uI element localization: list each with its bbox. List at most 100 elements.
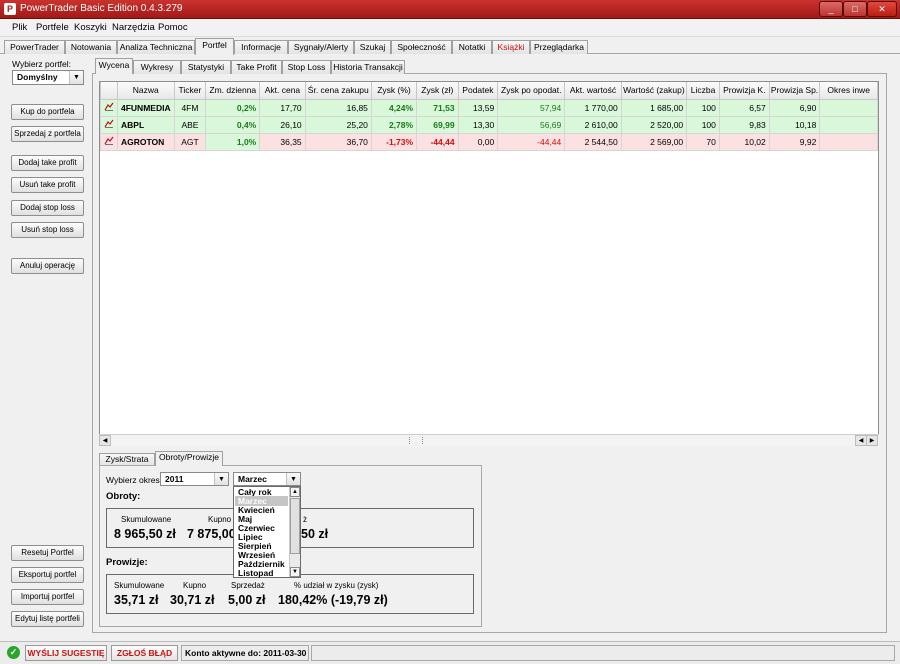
report-bug-button[interactable]: ZGŁOŚ BŁĄD	[111, 645, 178, 661]
tab-przegladarka[interactable]: Przeglądarka	[530, 40, 588, 54]
tab-notatki[interactable]: Notatki	[452, 40, 492, 54]
tab-wycena[interactable]: Wycena	[95, 58, 133, 74]
cell-period	[819, 98, 878, 117]
fees-share-label: % udział w zysku (zysk)	[294, 581, 379, 590]
scroll-left-icon[interactable]: ◀	[99, 435, 111, 446]
tab-stop-loss[interactable]: Stop Loss	[282, 60, 331, 74]
month-dropdown-list[interactable]: Cały rok Marzec Kwiecień Maj Czerwiec Li…	[233, 486, 301, 578]
remove-stop-loss-button[interactable]: Usuń stop loss	[11, 222, 84, 238]
chart-icon[interactable]	[100, 98, 118, 117]
cell-price: 17,70	[259, 98, 306, 117]
fees-cum-label: Skumulowane	[114, 581, 165, 590]
cell-ticker: ABE	[173, 115, 207, 134]
tab-sygnaly-alerty[interactable]: Sygnały/Alerty	[288, 40, 354, 54]
portfolio-select-label: Wybierz portfel:	[12, 59, 71, 69]
cell-ticker: AGT	[173, 132, 207, 151]
tab-statystyki[interactable]: Statystyki	[181, 60, 231, 74]
scroll-down-icon[interactable]: ▼	[290, 567, 300, 577]
portfolio-select[interactable]: Domyślny ▼	[12, 70, 84, 85]
table-row[interactable]: ABPL ABE 0,4% 26,10 25,20 2,78% 69,99 13…	[100, 115, 878, 134]
window-title: PowerTrader Basic Edition 0.4.3.279	[20, 3, 183, 14]
header-cell[interactable]: Akt. cena	[259, 82, 306, 100]
import-portfolio-button[interactable]: Importuj portfel	[11, 589, 84, 605]
cell-fee-sell: 10,18	[768, 115, 821, 134]
horizontal-scrollbar[interactable]: ◀ ◀ ▶	[99, 434, 879, 446]
header-cell[interactable]: Podatek	[457, 82, 499, 100]
month-select[interactable]: Marzec ▼	[233, 472, 301, 486]
buy-to-portfolio-button[interactable]: Kup do portfela	[11, 104, 84, 120]
maximize-button[interactable]: □	[843, 1, 867, 17]
dropdown-scroll-thumb[interactable]	[290, 498, 300, 554]
minimize-button[interactable]: _	[819, 1, 843, 17]
menu-narzedzia[interactable]: Narzędzia	[112, 22, 155, 33]
header-cell[interactable]: Ticker	[173, 82, 207, 100]
cell-daily-change: 1,0%	[205, 132, 261, 151]
menu-koszyki[interactable]: Koszyki	[74, 22, 107, 33]
dropdown-item[interactable]: Listopad	[238, 568, 273, 578]
menu-portfele[interactable]: Portfele	[36, 22, 69, 33]
cell-count: 100	[686, 98, 720, 117]
cell-tax: 13,59	[457, 98, 499, 117]
chevron-down-icon: ▼	[69, 71, 83, 84]
cell-profit-pln: 69,99	[416, 115, 459, 134]
chart-icon[interactable]	[100, 115, 118, 134]
edit-portfolio-list-button[interactable]: Edytuj listę portfeli	[11, 611, 84, 627]
header-cell[interactable]: Liczba	[686, 82, 720, 100]
add-take-profit-button[interactable]: Dodaj take profit	[11, 155, 84, 171]
header-cell[interactable]: Prowizja Sp.	[768, 82, 821, 100]
header-cell[interactable]: Zysk (zł)	[416, 82, 459, 100]
export-portfolio-button[interactable]: Eksportuj portfel	[11, 567, 84, 583]
tab-take-profit[interactable]: Take Profit	[231, 60, 282, 74]
cell-tax: 0,00	[457, 132, 499, 151]
table-row[interactable]: AGROTON AGT 1,0% 36,35 36,70 -1,73% -44,…	[100, 132, 878, 151]
reset-portfolio-button[interactable]: Resetuj Portfel	[11, 545, 84, 561]
fees-buy-label: Kupno	[183, 581, 207, 590]
header-cell[interactable]: Akt. wartość	[564, 82, 622, 100]
scroll-grip-icon[interactable]	[409, 437, 423, 444]
table-row[interactable]: 4FUNMEDIA 4FM 0,2% 17,70 16,85 4,24% 71,…	[100, 98, 878, 117]
sell-from-portfolio-button[interactable]: Sprzedaj z portfela	[11, 126, 84, 142]
header-cell[interactable]: Zysk (%)	[370, 82, 418, 100]
menu-pomoc[interactable]: Pomoc	[158, 22, 188, 33]
tab-ksiazki[interactable]: Książki	[492, 40, 530, 54]
cell-daily-change: 0,4%	[205, 115, 261, 134]
header-cell[interactable]: Wartość (zakup)	[620, 82, 688, 100]
send-suggestion-button[interactable]: WYŚLIJ SUGESTIĘ	[25, 645, 107, 661]
header-cell[interactable]: Zysk po opodat.	[497, 82, 566, 100]
chart-icon[interactable]	[100, 132, 118, 151]
add-stop-loss-button[interactable]: Dodaj stop loss	[11, 200, 84, 216]
connection-ok-icon: ✓	[7, 646, 20, 659]
tab-obroty-prowizje[interactable]: Obroty/Prowizje	[155, 451, 223, 466]
main-tab-bar: PowerTrader Notowania Analiza Techniczna…	[0, 38, 900, 55]
remove-take-profit-button[interactable]: Usuń take profit	[11, 177, 84, 193]
year-select[interactable]: 2011 ▼	[160, 472, 229, 486]
header-cell[interactable]: Nazwa	[117, 82, 175, 100]
scroll-right-icon[interactable]: ▶	[866, 435, 878, 446]
close-button[interactable]: ✕	[867, 1, 897, 17]
dropdown-scrollbar[interactable]: ▲ ▼	[289, 487, 300, 577]
header-cell[interactable]: Zm. dzienna	[205, 82, 261, 100]
tab-analiza-techniczna[interactable]: Analiza Techniczna	[117, 40, 195, 54]
tab-szukaj[interactable]: Szukaj	[354, 40, 391, 54]
cancel-operation-button[interactable]: Anuluj operację	[11, 258, 84, 274]
header-cell[interactable]: Prowizja K.	[718, 82, 770, 100]
tab-powertrader[interactable]: PowerTrader	[4, 40, 65, 54]
cell-count: 100	[686, 115, 720, 134]
header-cell[interactable]: Okres inwe	[819, 82, 878, 100]
tab-notowania[interactable]: Notowania	[65, 40, 117, 54]
tab-spolecznosc[interactable]: Społeczność	[391, 40, 452, 54]
tab-historia-transakcji[interactable]: Historia Transakcji	[331, 60, 405, 74]
scroll-up-icon[interactable]: ▲	[290, 487, 300, 497]
status-field	[311, 645, 895, 661]
cell-daily-change: 0,2%	[205, 98, 261, 117]
title-bar: P PowerTrader Basic Edition 0.4.3.279 _ …	[0, 0, 900, 19]
header-cell[interactable]: Śr. cena zakupu	[304, 82, 372, 100]
chevron-down-icon: ▼	[286, 473, 300, 485]
cell-period	[819, 115, 878, 134]
tab-portfel[interactable]: Portfel	[195, 38, 234, 55]
fees-sell-label: Sprzedaż	[231, 581, 265, 590]
menu-plik[interactable]: Plik	[12, 22, 27, 33]
tab-informacje[interactable]: Informacje	[234, 40, 288, 54]
tab-wykresy[interactable]: Wykresy	[133, 60, 181, 74]
cell-name: 4FUNMEDIA	[117, 98, 175, 117]
